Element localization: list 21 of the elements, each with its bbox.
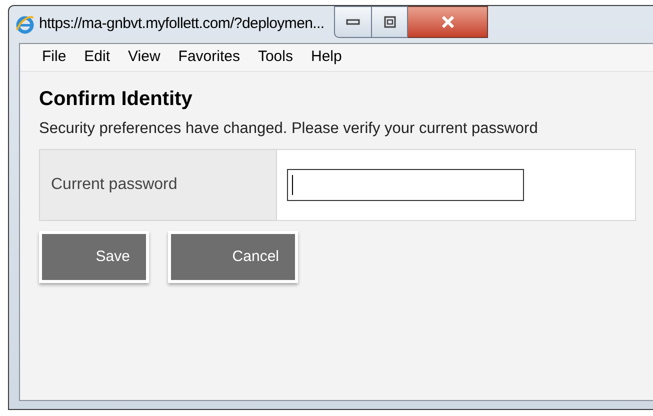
maximize-button[interactable] <box>372 6 408 38</box>
minimize-icon <box>346 19 360 25</box>
close-icon <box>440 16 455 28</box>
menu-item[interactable]: Edit <box>84 46 110 69</box>
restore-icon <box>384 16 396 28</box>
browser-logo-icon <box>15 14 35 34</box>
dialog-heading: Confirm Identity <box>39 87 194 112</box>
dialog-button[interactable]: Save <box>39 231 149 283</box>
dialog-button[interactable]: Cancel <box>168 231 298 283</box>
menu-item[interactable]: Tools <box>258 46 293 69</box>
password-field[interactable] <box>287 169 524 201</box>
menu-item[interactable]: Favorites <box>178 46 240 69</box>
window-title: https://ma-gnbvt.myfollett.com/?deploymen... <box>39 14 324 34</box>
close-button[interactable] <box>408 6 488 38</box>
text-cursor <box>292 175 293 195</box>
menu-item[interactable]: View <box>128 46 160 69</box>
minimize-button[interactable] <box>334 6 372 38</box>
dialog-message: Security preferences have changed. Please verify your current password <box>39 119 539 139</box>
menu-item[interactable]: Help <box>311 46 342 69</box>
field-label: Current password <box>40 150 277 220</box>
menu-item[interactable]: File <box>42 46 66 69</box>
